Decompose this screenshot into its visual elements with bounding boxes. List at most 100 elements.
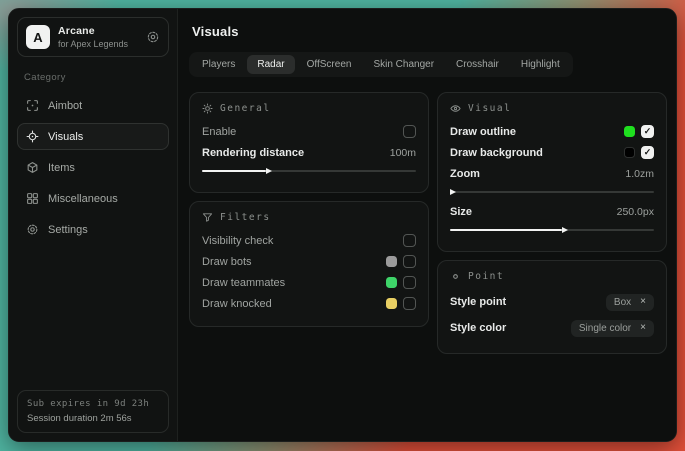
close-icon[interactable]: × bbox=[640, 297, 646, 307]
gear-icon[interactable] bbox=[146, 30, 160, 44]
draw-background-color-swatch[interactable] bbox=[624, 147, 635, 158]
zoom-label: Zoom bbox=[450, 168, 625, 180]
sidebar-item-settings[interactable]: Settings bbox=[17, 216, 169, 243]
size-slider[interactable] bbox=[450, 225, 654, 234]
draw-background-label: Draw background bbox=[450, 147, 624, 159]
enable-checkbox[interactable] bbox=[403, 125, 416, 138]
brand-text: Arcane for Apex Legends bbox=[58, 25, 128, 49]
app-window: A Arcane for Apex Legends Category Aimbo… bbox=[8, 8, 677, 442]
zoom-slider[interactable] bbox=[450, 187, 654, 196]
tab-crosshair[interactable]: Crosshair bbox=[446, 55, 509, 74]
box-icon bbox=[26, 161, 39, 174]
draw-knocked-checkbox[interactable] bbox=[403, 297, 416, 310]
sun-icon bbox=[202, 103, 213, 114]
slider-fill bbox=[450, 229, 562, 231]
slider-thumb[interactable] bbox=[266, 168, 272, 174]
style-point-select[interactable]: Box × bbox=[606, 294, 654, 311]
draw-background-checkbox[interactable]: ✓ bbox=[641, 146, 654, 159]
brand-subtitle: for Apex Legends bbox=[58, 39, 128, 49]
draw-bots-label: Draw bots bbox=[202, 256, 386, 268]
filters-card-header: Filters bbox=[202, 212, 416, 223]
tab-skin-changer[interactable]: Skin Changer bbox=[363, 55, 444, 74]
sidebar-item-aimbot[interactable]: Aimbot bbox=[17, 92, 169, 119]
slider-thumb[interactable] bbox=[450, 189, 456, 195]
style-color-select[interactable]: Single color × bbox=[571, 320, 654, 337]
category-label: Category bbox=[24, 72, 162, 83]
tab-bar: Players Radar OffScreen Skin Changer Cro… bbox=[189, 52, 573, 77]
visual-card-header: Visual bbox=[450, 103, 654, 114]
draw-teammates-color-swatch[interactable] bbox=[386, 277, 397, 288]
brand-title: Arcane bbox=[58, 25, 128, 37]
size-row: Size 250.0px bbox=[450, 201, 654, 222]
gear-icon bbox=[26, 223, 39, 236]
slider-track[interactable] bbox=[202, 170, 416, 172]
visibility-check-row: Visibility check bbox=[202, 230, 416, 251]
sidebar-item-label: Settings bbox=[48, 224, 88, 236]
style-point-row: Style point Box × bbox=[450, 289, 654, 315]
size-value: 250.0px bbox=[617, 206, 654, 218]
general-card-title: General bbox=[220, 103, 271, 114]
visibility-check-label: Visibility check bbox=[202, 235, 403, 247]
visibility-check-checkbox[interactable] bbox=[403, 234, 416, 247]
brand-logo: A bbox=[26, 25, 50, 49]
funnel-icon bbox=[202, 212, 213, 223]
style-color-row: Style color Single color × bbox=[450, 315, 654, 341]
slider-fill bbox=[202, 170, 266, 172]
draw-bots-color-swatch[interactable] bbox=[386, 256, 397, 267]
zoom-value: 1.0zm bbox=[625, 168, 654, 180]
size-label: Size bbox=[450, 206, 617, 218]
style-point-label: Style point bbox=[450, 296, 606, 308]
point-card-title: Point bbox=[468, 271, 504, 282]
focus-crosshair-icon bbox=[26, 130, 39, 143]
session-duration-text: Session duration 2m 56s bbox=[27, 413, 159, 424]
draw-bots-checkbox[interactable] bbox=[403, 255, 416, 268]
sidebar-item-label: Visuals bbox=[48, 131, 83, 143]
tab-players[interactable]: Players bbox=[192, 55, 245, 74]
style-point-value: Box bbox=[614, 297, 631, 308]
brand-card: A Arcane for Apex Legends bbox=[17, 17, 169, 57]
draw-outline-color-swatch[interactable] bbox=[624, 126, 635, 137]
draw-bots-row: Draw bots bbox=[202, 251, 416, 272]
draw-knocked-row: Draw knocked bbox=[202, 293, 416, 314]
tab-offscreen[interactable]: OffScreen bbox=[297, 55, 362, 74]
rendering-distance-slider[interactable] bbox=[202, 166, 416, 175]
draw-outline-checkbox[interactable]: ✓ bbox=[641, 125, 654, 138]
close-icon[interactable]: × bbox=[640, 323, 646, 333]
sidebar: A Arcane for Apex Legends Category Aimbo… bbox=[9, 9, 178, 441]
dot-icon bbox=[450, 271, 461, 282]
draw-teammates-row: Draw teammates bbox=[202, 272, 416, 293]
draw-teammates-checkbox[interactable] bbox=[403, 276, 416, 289]
tab-highlight[interactable]: Highlight bbox=[511, 55, 570, 74]
draw-knocked-color-swatch[interactable] bbox=[386, 298, 397, 309]
visual-card-title: Visual bbox=[468, 103, 511, 114]
slider-track[interactable] bbox=[450, 191, 654, 193]
point-card-header: Point bbox=[450, 271, 654, 282]
draw-outline-row: Draw outline ✓ bbox=[450, 121, 654, 142]
slider-thumb[interactable] bbox=[562, 227, 568, 233]
sidebar-nav: Aimbot Visuals Items bbox=[17, 90, 169, 245]
draw-background-row: Draw background ✓ bbox=[450, 142, 654, 163]
sidebar-item-label: Miscellaneous bbox=[48, 193, 118, 205]
content-area: General Enable Rendering distance 100m bbox=[189, 92, 667, 362]
filters-card-title: Filters bbox=[220, 212, 271, 223]
draw-teammates-label: Draw teammates bbox=[202, 277, 386, 289]
grid-icon bbox=[26, 192, 39, 205]
rendering-distance-value: 100m bbox=[390, 147, 416, 159]
general-card-header: General bbox=[202, 103, 416, 114]
page-title: Visuals bbox=[192, 24, 667, 39]
enable-label: Enable bbox=[202, 126, 403, 138]
sidebar-item-label: Items bbox=[48, 162, 75, 174]
point-card: Point Style point Box × Style color Sing… bbox=[437, 260, 667, 354]
draw-knocked-label: Draw knocked bbox=[202, 298, 386, 310]
filters-card: Filters Visibility check Draw bots bbox=[189, 201, 429, 327]
slider-track[interactable] bbox=[450, 229, 654, 231]
sidebar-item-miscellaneous[interactable]: Miscellaneous bbox=[17, 185, 169, 212]
zoom-row: Zoom 1.0zm bbox=[450, 163, 654, 184]
rendering-distance-row: Rendering distance 100m bbox=[202, 142, 416, 163]
general-card: General Enable Rendering distance 100m bbox=[189, 92, 429, 193]
sidebar-item-items[interactable]: Items bbox=[17, 154, 169, 181]
tab-radar[interactable]: Radar bbox=[247, 55, 294, 74]
sub-expires-text: Sub expires in 9d 23h bbox=[27, 399, 159, 409]
sidebar-item-visuals[interactable]: Visuals bbox=[17, 123, 169, 150]
style-color-value: Single color bbox=[579, 323, 631, 334]
